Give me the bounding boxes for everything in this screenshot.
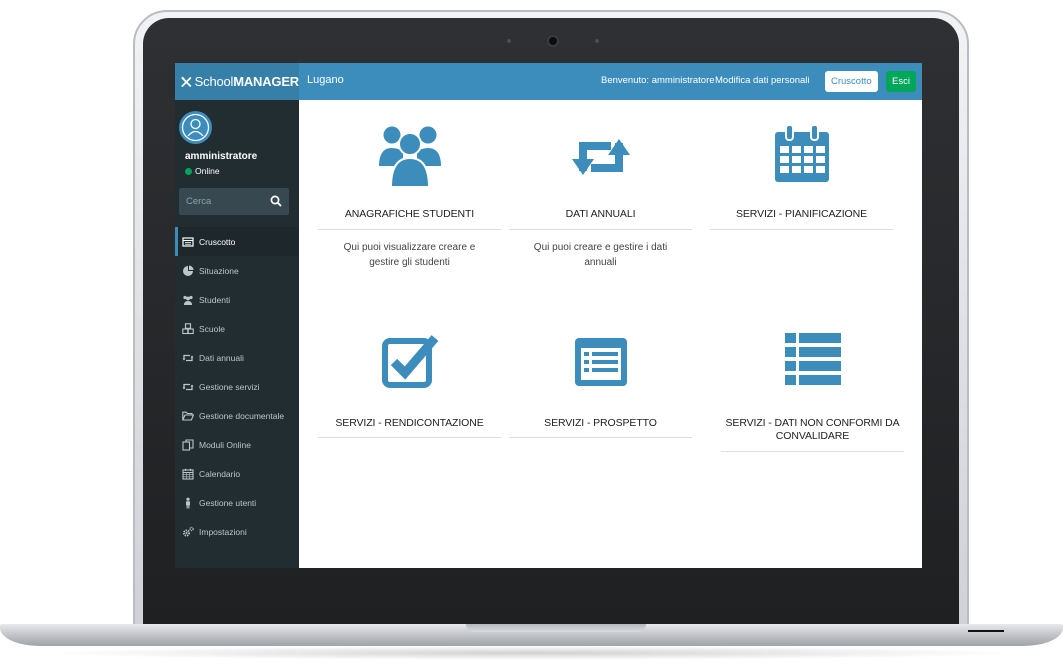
card-title: SERVIZI - PROSPETTO [544, 417, 657, 429]
card-divider [509, 437, 692, 438]
sidebar-item-situazione[interactable]: Situazione [175, 256, 299, 285]
card-icon [318, 122, 501, 192]
calendar-icon [774, 124, 829, 182]
card-icon [509, 137, 692, 207]
card-title: SERVIZI - RENDICONTAZIONE [335, 417, 484, 429]
dashboard-content: ANAGRAFICHE STUDENTI Qui puoi visualizza… [299, 100, 922, 568]
copy-icon [182, 438, 194, 451]
user-status-label: Online [195, 166, 220, 176]
city-label: Lugano [307, 74, 344, 86]
user-icon [186, 497, 190, 508]
folder-open-icon [182, 411, 194, 421]
edit-profile-link[interactable]: Modifica dati personali [715, 75, 810, 86]
sidebar-menu: Cruscotto Situazione Studenti Scuole Dat… [175, 227, 299, 546]
sidebar-search [179, 188, 289, 215]
card-icon [721, 332, 904, 402]
retweet-icon [571, 139, 630, 175]
card-description: Qui puoi visualizzare creare e gestire g… [343, 242, 476, 268]
tools-icon [181, 76, 192, 87]
card-divider [318, 229, 501, 230]
sidebar-item-cruscotto[interactable]: Cruscotto [175, 227, 299, 256]
sidebar-item-label: Cruscotto [199, 236, 236, 247]
sidebar-item-label: Moduli Online [199, 439, 251, 450]
sidebar-item-label: Studenti [199, 294, 231, 305]
laptop-notch [466, 624, 646, 632]
user-name: amministratore [185, 151, 258, 162]
sidebar-item-dati-annuali[interactable]: Dati annuali [175, 343, 299, 372]
pie-chart-icon [183, 265, 194, 276]
sidebar-item-impostazioni[interactable]: Impostazioni [175, 517, 299, 546]
online-dot-icon [185, 167, 192, 175]
card-description: Qui puoi creare e gestire i dati annuali [533, 242, 668, 268]
sidebar: amministratore Online Cruscotto Situazio… [175, 100, 299, 568]
calendar-icon [182, 468, 194, 480]
list-icon [784, 333, 841, 385]
card-divider [318, 437, 501, 438]
sidebar-item-gestione-utenti[interactable]: Gestione utenti [175, 488, 299, 517]
card-icon [509, 336, 692, 406]
sidebar-item-label: Gestione utenti [199, 497, 257, 508]
card-title: DATI ANNUALI [565, 208, 636, 220]
laptop-edge-mark [968, 630, 1004, 632]
dashboard-icon [182, 236, 194, 247]
logo-bold: MANAGER [233, 74, 299, 89]
camera-sensor-left [507, 39, 511, 43]
camera-lens [549, 37, 557, 45]
user-circle-icon [181, 113, 210, 142]
card-divider [710, 229, 893, 230]
sidebar-item-label: Situazione [199, 265, 239, 276]
exit-button[interactable]: Esci [886, 71, 916, 92]
sidebar-item-label: Dati annuali [199, 352, 244, 363]
sidebar-item-gestione-servizi[interactable]: Gestione servizi [175, 372, 299, 401]
card-title: SERVIZI - DATI NON CONFORMI DA CONVALIDA… [725, 417, 900, 442]
top-navbar: School MANAGER Lugano Benvenuto: amminist… [175, 63, 922, 100]
check-square-icon [381, 335, 438, 388]
card-title: SERVIZI - PIANIFICAZIONE [735, 208, 867, 220]
users-icon [183, 295, 193, 305]
cubes-icon [182, 322, 194, 334]
dashboard-button[interactable]: Cruscotto [825, 71, 878, 92]
welcome-text: Benvenuto: amministratore [601, 75, 715, 86]
search-input[interactable] [179, 188, 267, 215]
card-divider [509, 229, 692, 230]
sidebar-item-calendario[interactable]: Calendario [175, 459, 299, 488]
sidebar-item-label: Scuole [199, 323, 225, 334]
card-icon [710, 124, 893, 194]
sidebar-item-scuole[interactable]: Scuole [175, 314, 299, 343]
app-logo[interactable]: School MANAGER [175, 63, 299, 100]
user-status: Online [185, 166, 220, 176]
logo-prefix: School [194, 74, 234, 89]
list-alt-icon [574, 338, 627, 386]
sidebar-item-gestione-documentale[interactable]: Gestione documentale [175, 401, 299, 430]
sidebar-item-label: Impostazioni [199, 526, 247, 537]
card-divider [721, 451, 904, 452]
retweet-icon [182, 383, 194, 390]
search-icon[interactable] [269, 194, 283, 208]
laptop-shadow [40, 646, 1023, 660]
sidebar-item-moduli-online[interactable]: Moduli Online [175, 430, 299, 459]
sidebar-item-label: Calendario [199, 468, 241, 479]
camera-sensor-right [595, 39, 599, 43]
card-icon [318, 332, 501, 402]
avatar[interactable] [179, 111, 212, 144]
app-screen: School MANAGER Lugano Benvenuto: amminist… [175, 63, 922, 568]
users-icon [378, 126, 441, 188]
retweet-icon [182, 354, 194, 361]
card-title: ANAGRAFICHE STUDENTI [344, 208, 475, 220]
sidebar-item-studenti[interactable]: Studenti [175, 285, 299, 314]
cogs-icon [183, 526, 194, 536]
sidebar-item-label: Gestione servizi [199, 381, 260, 392]
sidebar-item-label: Gestione documentale [199, 410, 285, 421]
